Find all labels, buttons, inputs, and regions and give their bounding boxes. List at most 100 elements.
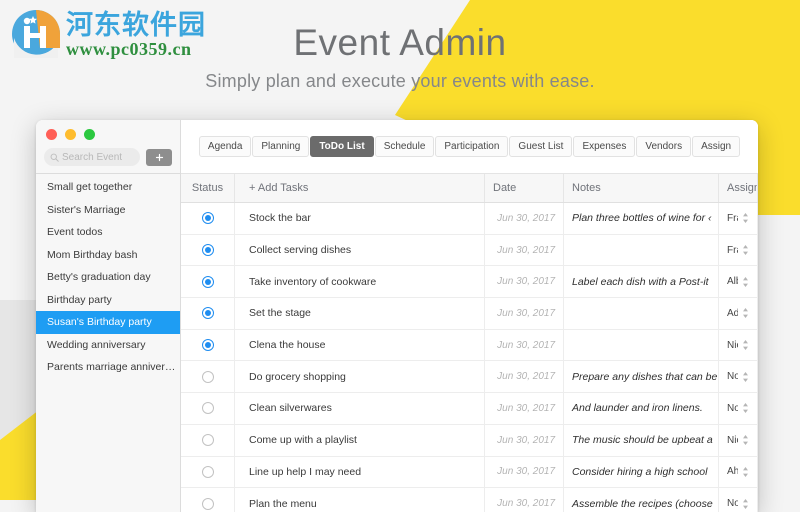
task-notes-cell[interactable]: Assemble the recipes (choose [564,488,719,512]
table-row[interactable]: Line up help I may need Jun 30, 2017 Consi… [181,456,758,489]
table-row[interactable]: Come up with a playlist Jun 30, 2017 The m… [181,424,758,457]
table-row[interactable]: Clean silverwares Jun 30, 2017 And launder… [181,393,758,425]
task-status-radio[interactable] [201,497,214,510]
tab-expenses[interactable]: Expenses [573,135,636,158]
task-status-radio[interactable] [201,212,214,225]
task-status-radio[interactable] [201,244,214,257]
task-assigned-cell[interactable]: Franklyn Emard [719,203,758,234]
sidebar-item-event[interactable]: Small get together [36,176,180,199]
task-assigned-cell[interactable]: Not Assigend [719,361,758,393]
task-notes-cell[interactable] [564,329,719,361]
sidebar-item-event[interactable]: Mom Birthday bash [36,244,180,267]
column-header-assigned[interactable]: Assigned [719,174,758,202]
tab-assign[interactable]: Assign [692,135,741,158]
task-assigned-cell[interactable]: Nicolette Brossart [719,424,758,456]
task-status-radio[interactable] [201,275,214,288]
task-status-radio[interactable] [201,370,214,383]
sidebar-item-event[interactable]: Parents marriage anniver… [36,356,180,379]
column-header-date[interactable]: Date [485,174,564,202]
task-assigned-cell[interactable]: Francine Vocelka [719,234,758,266]
table-row[interactable]: Collect serving dishesJun 30, 2017 Franci… [181,234,758,267]
assigned-name: Franklyn Emard [727,212,738,224]
close-button[interactable] [46,129,57,140]
task-assigned-cell[interactable]: Ahmed Angalich [719,456,758,488]
task-assigned-cell[interactable]: Not Assigend [719,393,758,424]
task-status-radio[interactable] [201,465,214,478]
task-notes-cell[interactable]: Prepare any dishes that can be [564,361,719,393]
task-date-cell[interactable]: Jun 30, 2017 [485,266,564,298]
sidebar-item-event[interactable]: Susan's Birthday party [36,311,180,334]
task-notes-cell[interactable] [564,234,719,266]
task-date-cell[interactable]: Jun 30, 2017 [485,203,564,234]
task-date-cell[interactable]: Jun 30, 2017 [485,456,564,488]
task-name-cell[interactable]: Plan the menu [235,488,485,512]
assigned-stepper-icon[interactable] [742,276,749,288]
table-row[interactable]: Clena the houseJun 30, 2017 Nieves Gotter [181,329,758,362]
task-date-cell[interactable]: Jun 30, 2017 [485,234,564,266]
task-name-cell[interactable]: Do grocery shopping [235,361,485,393]
task-status-radio[interactable] [201,307,214,320]
task-status-radio[interactable] [201,339,214,352]
task-date-cell[interactable]: Jun 30, 2017 [485,488,564,512]
sidebar-item-event[interactable]: Wedding anniversary [36,334,180,357]
task-status-radio[interactable] [201,402,214,415]
task-date-cell[interactable]: Jun 30, 2017 [485,298,564,329]
column-header-notes[interactable]: Notes [564,174,719,202]
task-date-cell[interactable]: Jun 30, 2017 [485,393,564,424]
task-name-cell[interactable]: Set the stage [235,298,485,329]
task-notes-cell[interactable]: Plan three bottles of wine for ‹ [564,203,719,234]
assigned-stepper-icon[interactable] [742,244,749,256]
tab-schedule[interactable]: Schedule [374,135,435,158]
task-name-cell[interactable]: Come up with a playlist [235,424,485,456]
task-notes-cell[interactable]: And launder and iron linens. [564,393,719,424]
assigned-stepper-icon[interactable] [742,466,749,478]
task-assigned-cell[interactable]: Adell Lipkin [719,298,758,329]
tab-planning[interactable]: Planning [252,135,310,158]
tab-guest-list[interactable]: Guest List [509,135,573,158]
sidebar-item-event[interactable]: Betty's graduation day [36,266,180,289]
task-name-cell[interactable]: Take inventory of cookware [235,266,485,298]
tab-todo-list[interactable]: ToDo List [310,135,374,158]
column-header-add-tasks[interactable]: + Add Tasks [235,174,485,202]
task-notes-cell[interactable] [564,298,719,329]
assigned-stepper-icon[interactable] [742,339,749,351]
task-date-cell[interactable]: Jun 30, 2017 [485,424,564,456]
table-row[interactable]: Plan the menu Jun 30, 2017 Assemble the re… [181,488,758,512]
task-assigned-cell[interactable]: Albina Glick [719,266,758,298]
task-name-cell[interactable]: Clean silverwares [235,393,485,424]
assigned-stepper-icon[interactable] [742,371,749,383]
sidebar-item-event[interactable]: Event todos [36,221,180,244]
task-date-cell[interactable]: Jun 30, 2017 [485,329,564,361]
tab-vendors[interactable]: Vendors [636,135,692,158]
task-name-cell[interactable]: Stock the bar [235,203,485,234]
search-field[interactable] [44,148,140,166]
minimize-button[interactable] [65,129,76,140]
table-row[interactable]: Set the stageJun 30, 2017 Adell Lipkin [181,298,758,330]
tab-participation[interactable]: Participation [435,135,509,158]
assigned-stepper-icon[interactable] [742,212,749,224]
add-event-button[interactable] [146,148,172,166]
search-input[interactable] [62,151,134,163]
task-name-cell[interactable]: Clena the house [235,329,485,361]
zoom-button[interactable] [84,129,95,140]
sidebar-item-event[interactable]: Birthday party [36,289,180,312]
column-header-status[interactable]: Status [181,174,235,202]
task-notes-cell[interactable]: Consider hiring a high school [564,456,719,488]
task-assigned-cell[interactable]: Not Assigend [719,488,758,512]
task-assigned-cell[interactable]: Nieves Gotter [719,329,758,361]
assigned-stepper-icon[interactable] [742,498,749,510]
task-notes-cell[interactable]: The music should be upbeat a [564,424,719,456]
table-row[interactable]: Take inventory of cookware Jun 30, 2017 La… [181,266,758,299]
task-status-radio[interactable] [201,434,214,447]
sidebar-item-event[interactable]: Sister's Marriage [36,199,180,222]
tab-agenda[interactable]: Agenda [198,135,252,158]
table-row[interactable]: Do grocery shopping Jun 30, 2017 Prepare a… [181,361,758,394]
assigned-stepper-icon[interactable] [742,402,749,414]
table-row[interactable]: Stock the bar Jun 30, 2017 Plan three bott… [181,203,758,235]
assigned-stepper-icon[interactable] [742,307,749,319]
task-notes-cell[interactable]: Label each dish with a Post-it [564,266,719,298]
assigned-stepper-icon[interactable] [742,434,749,446]
task-name-cell[interactable]: Line up help I may need [235,456,485,488]
task-name-cell[interactable]: Collect serving dishes [235,234,485,266]
task-date-cell[interactable]: Jun 30, 2017 [485,361,564,393]
